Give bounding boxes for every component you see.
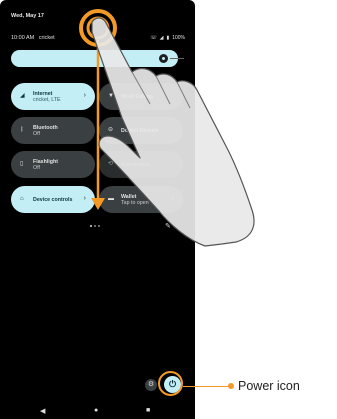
battery-level: 100% (172, 35, 185, 41)
wallet-icon: ▬ (108, 196, 114, 202)
tile-auto-rotate[interactable]: ⟲ Auto-rotate (99, 151, 183, 178)
signal-status-icon: ◢ (159, 35, 164, 41)
recents-icon[interactable]: ■ (146, 407, 150, 414)
tile-do-not-disturb[interactable]: ⊖ Do Not Disturb (99, 117, 183, 144)
status-carrier: cricket (38, 35, 55, 41)
tile-flashlight-subtitle: Off (33, 164, 40, 171)
status-date: Wed, May 17 (11, 13, 44, 19)
back-icon[interactable]: ◀ (40, 407, 45, 415)
navigation-bar: ◀ ● ■ (0, 405, 195, 419)
tile-device-controls[interactable]: ⌂ Device controls › (11, 186, 95, 213)
chevron-right-icon: › (83, 195, 86, 202)
callout-dot (228, 383, 234, 389)
rotate-icon: ⟲ (108, 161, 114, 167)
tile-auto-rotate-title: Auto-rotate (121, 161, 150, 168)
page-indicator (90, 225, 100, 227)
tile-flashlight[interactable]: ▯ Flashlight Off (11, 151, 95, 178)
bluetooth-icon: ᛒ (20, 127, 24, 133)
chevron-right-icon: › (83, 92, 86, 99)
brightness-slider[interactable] (11, 50, 178, 67)
power-highlight-ring (158, 371, 183, 396)
tile-dnd-title: Do Not Disturb (121, 127, 159, 134)
battery-icon: ▮ (166, 35, 170, 41)
phone-screen: Wed, May 17 10:00 AM cricket ☏ ◢ ▮ 100% … (0, 0, 195, 419)
brightness-sun-icon (159, 54, 168, 63)
chevron-right-icon: › (171, 195, 174, 202)
status-clock: 10:00 AM (11, 35, 35, 41)
home-icon: ⌂ (20, 196, 24, 202)
home-nav-icon[interactable]: ● (94, 407, 98, 414)
tile-wifi-calling-title: Wi-Fi Calling (121, 93, 154, 100)
signal-icon: ◢ (20, 93, 25, 99)
page-dot (94, 225, 96, 227)
tile-bluetooth[interactable]: ᛒ Bluetooth Off (11, 117, 95, 144)
wifi-calling-icon: ▼ (108, 93, 114, 99)
status-icons: ☏ ◢ ▮ 100% (150, 35, 185, 41)
page-dot (98, 225, 100, 227)
tile-internet[interactable]: ◢ Internet cricket, LTE › (11, 83, 95, 110)
wifi-calling-status-icon: ☏ (150, 35, 157, 41)
page-dot (90, 225, 92, 227)
edit-pencil-icon[interactable]: ✎ (165, 222, 171, 230)
brightness-track (170, 58, 184, 59)
callout-line (183, 386, 231, 387)
settings-gear-icon[interactable]: ⚙ (145, 379, 157, 391)
tile-bluetooth-subtitle: Off (33, 130, 40, 137)
do-not-disturb-icon: ⊖ (108, 127, 114, 133)
tile-wallet[interactable]: ▬ Wallet Tap to open › (99, 186, 183, 213)
status-time: 10:00 AM cricket (11, 35, 55, 41)
flashlight-icon: ▯ (20, 161, 24, 167)
tile-wifi-calling[interactable]: ▼ Wi-Fi Calling (99, 83, 183, 110)
power-icon-callout-label: Power icon (238, 379, 300, 393)
